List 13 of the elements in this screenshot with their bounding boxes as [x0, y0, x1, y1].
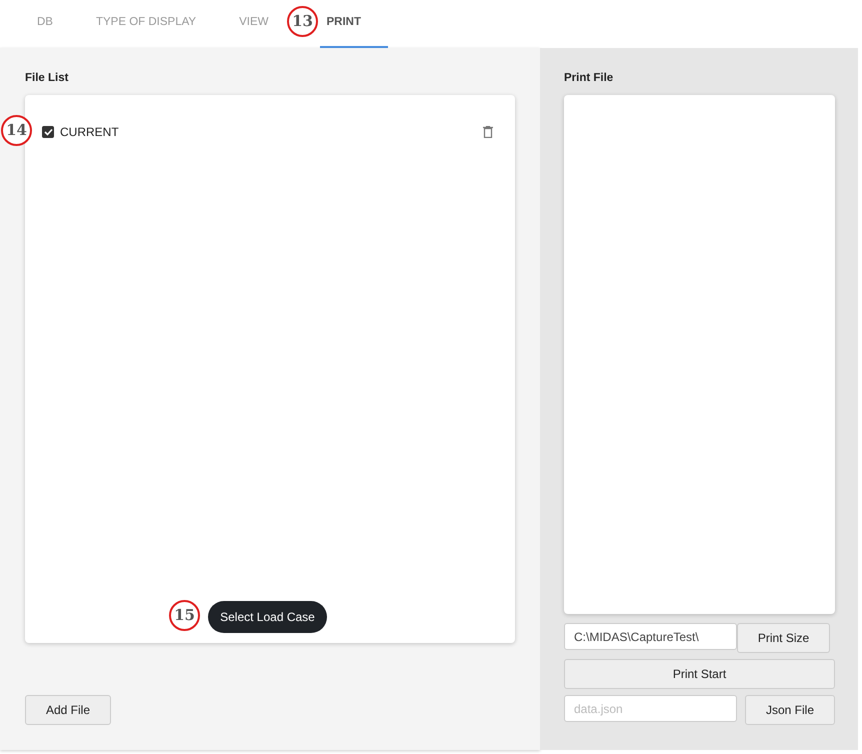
select-load-case-button[interactable]: Select Load Case: [208, 601, 327, 634]
print-start-button[interactable]: Print Start: [564, 659, 835, 689]
json-file-field[interactable]: data.json: [564, 695, 737, 722]
panel-title: Print File: [564, 71, 614, 86]
checkbox[interactable]: [42, 126, 54, 138]
file-label: CURRENT: [60, 124, 120, 142]
json-file-button[interactable]: Json File: [745, 695, 835, 725]
path-field[interactable]: C:\MIDAS\CaptureTest\: [564, 623, 737, 650]
callout-marker: 13: [287, 6, 318, 37]
panel-title: File List: [25, 71, 70, 86]
trash-icon[interactable]: [483, 126, 493, 138]
print-size-button[interactable]: Print Size: [737, 623, 830, 653]
add-file-button[interactable]: Add File: [25, 695, 111, 725]
